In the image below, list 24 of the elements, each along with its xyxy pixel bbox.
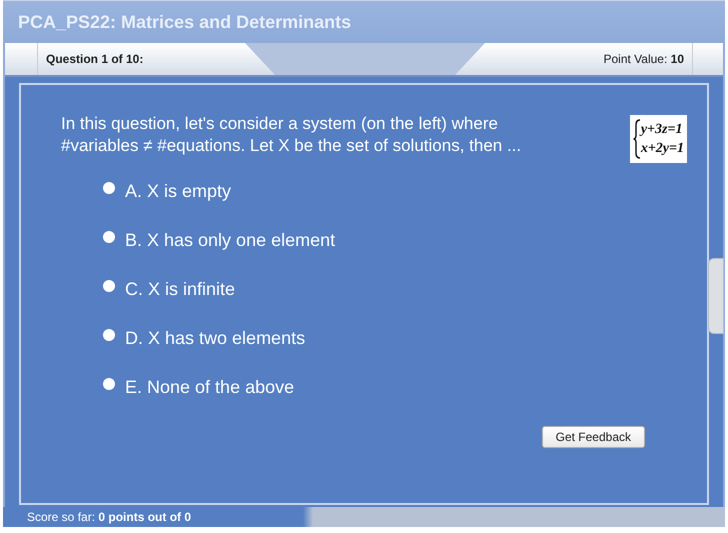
- radio-button[interactable]: [103, 230, 115, 242]
- answer-option[interactable]: B. X has only one element: [103, 230, 687, 251]
- brace-icon: [632, 119, 641, 159]
- score-text: Score so far: 0 points out of 0: [27, 510, 192, 524]
- answer-option[interactable]: A. X is empty: [103, 181, 687, 202]
- point-value: Point Value: 10: [603, 52, 684, 66]
- question-text: In this question, let's consider a system (on the left) where #variables ≠ #equations. Let X be the set of solutions, then ...: [61, 113, 522, 157]
- radio-button[interactable]: [103, 182, 115, 194]
- option-label: B. X has only one element: [125, 230, 336, 251]
- answer-option[interactable]: D. X has two elements: [103, 328, 687, 349]
- answer-option[interactable]: C. X is infinite: [103, 279, 687, 300]
- question-counter: Question 1 of 10:: [37, 43, 144, 75]
- option-label: C. X is infinite: [125, 279, 236, 300]
- option-label: D. X has two elements: [125, 328, 306, 349]
- radio-button[interactable]: [103, 378, 115, 390]
- feedback-button[interactable]: Get Feedback: [542, 426, 645, 448]
- answer-option[interactable]: E. None of the above: [103, 377, 687, 398]
- equation-line: x+2y=1: [640, 140, 684, 158]
- radio-button[interactable]: [103, 280, 115, 292]
- radio-button[interactable]: [103, 328, 115, 340]
- option-label: E. None of the above: [125, 377, 294, 398]
- option-label: A. X is empty: [125, 181, 232, 202]
- side-handle[interactable]: [708, 258, 724, 334]
- equation-line: y+3z=1: [640, 121, 684, 139]
